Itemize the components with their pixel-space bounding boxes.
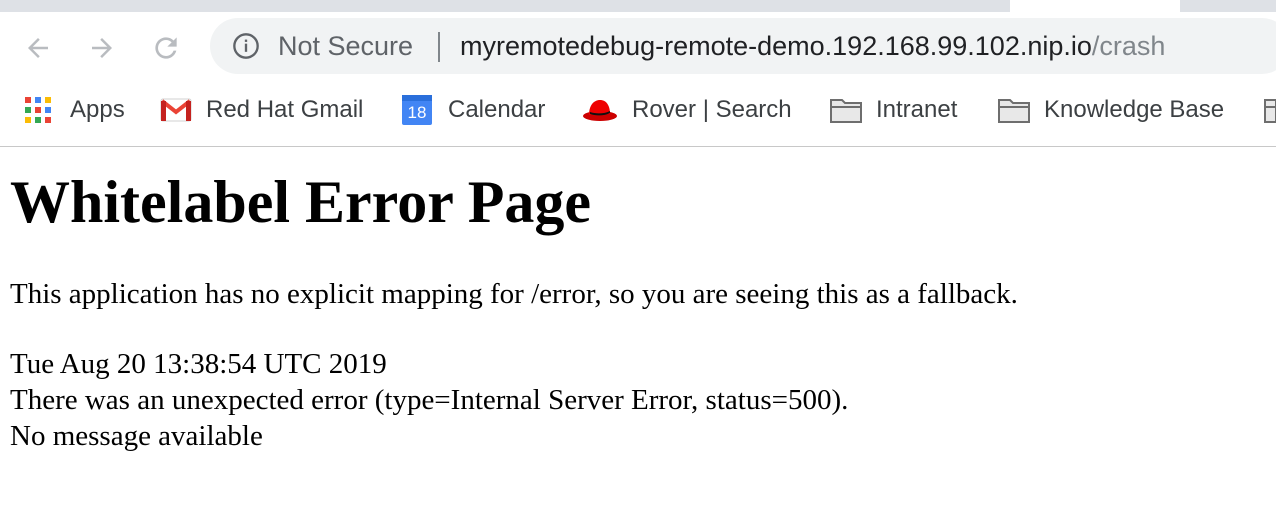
- bookmark-calendar[interactable]: 18 Calendar: [402, 94, 545, 126]
- error-status: There was an unexpected error (type=Inte…: [10, 384, 849, 416]
- bookmark-label: Knowledge Base: [1044, 96, 1225, 123]
- folder-icon: [1264, 99, 1276, 123]
- bookmark-red-hat-gmail[interactable]: Red Hat Gmail: [160, 94, 363, 126]
- bookmark-overflow-folder[interactable]: [1264, 94, 1276, 126]
- tab-strip: [0, 0, 1276, 12]
- bookmark-intranet[interactable]: Intranet: [830, 94, 957, 126]
- bookmarks-bar: Apps Red Hat Gmail 18 Calendar Rover | S…: [0, 84, 1276, 147]
- folder-icon: [998, 99, 1030, 123]
- browser-toolbar: Not Secure myremotedebug-remote-demo.192…: [0, 12, 1276, 84]
- url-path: /crash: [1091, 31, 1166, 61]
- active-tab[interactable]: [1010, 0, 1180, 12]
- info-icon[interactable]: [232, 32, 260, 60]
- error-timestamp: Tue Aug 20 13:38:54 UTC 2019: [10, 348, 387, 380]
- bookmark-knowledge-base[interactable]: Knowledge Base: [998, 94, 1224, 126]
- security-label[interactable]: Not Secure: [278, 30, 413, 62]
- reload-icon: [155, 37, 177, 59]
- bookmark-label: Red Hat Gmail: [206, 96, 364, 123]
- forward-icon: [92, 38, 112, 58]
- error-details: Tue Aug 20 13:38:54 UTC 2019 There was a…: [10, 346, 848, 454]
- bookmark-label: Calendar: [448, 96, 546, 123]
- bookmark-apps[interactable]: Apps: [24, 94, 125, 126]
- bookmark-label: Apps: [70, 96, 125, 123]
- bookmark-label: Intranet: [876, 96, 958, 123]
- address-bar[interactable]: Not Secure myremotedebug-remote-demo.192…: [210, 18, 1276, 74]
- error-message: No message available: [10, 420, 263, 452]
- gmail-icon: [160, 98, 192, 122]
- calendar-icon: 18: [402, 95, 432, 125]
- bookmark-rover-search[interactable]: Rover | Search: [582, 94, 792, 126]
- url-text[interactable]: myremotedebug-remote-demo.192.168.99.102…: [460, 30, 1165, 62]
- red-hat-icon: [583, 100, 617, 121]
- error-description: This application has no explicit mapping…: [10, 278, 1018, 310]
- separator: [438, 32, 440, 62]
- folder-icon: [830, 99, 862, 123]
- back-icon: [28, 38, 48, 58]
- back-button[interactable]: [18, 28, 58, 68]
- forward-button[interactable]: [82, 28, 122, 68]
- page-title: Whitelabel Error Page: [10, 169, 592, 235]
- calendar-day: 18: [407, 103, 427, 122]
- reload-button[interactable]: [146, 28, 186, 68]
- apps-grid-icon: [25, 97, 51, 123]
- bookmark-label: Rover | Search: [632, 96, 792, 123]
- url-host: myremotedebug-remote-demo.192.168.99.102…: [460, 31, 1092, 61]
